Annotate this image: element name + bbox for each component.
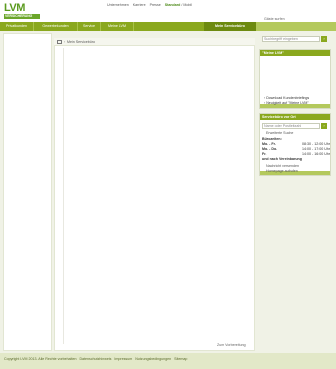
toplink-karriere[interactable]: Karriere	[133, 3, 146, 7]
office-hours-day: Mo. - Do.	[262, 147, 278, 151]
office-hours-time: 14:00 - 16:00 Uhr	[302, 152, 330, 156]
breadcrumb-current: Mein Servicebüro	[67, 40, 95, 44]
nav-gewerbekunden[interactable]: Gewerbekunden	[34, 22, 78, 31]
office-hours-time: 14:00 - 17:00 Uhr	[302, 147, 330, 151]
send-message-link[interactable]: Nachricht versenden	[266, 164, 299, 168]
nav-privatkunden[interactable]: Privatkunden	[0, 22, 34, 31]
greeting-text: Gäste surfen	[264, 17, 285, 21]
top-links: Unternehmen Karriere Presse Standard / M…	[107, 3, 192, 7]
nav-mein-servicebuero[interactable]: Mein Servicebüro	[204, 22, 256, 31]
footer-impressum[interactable]: Impressum	[114, 357, 132, 361]
toplink-presse[interactable]: Presse	[150, 3, 161, 7]
office-title: Servicebüro vor Ort	[260, 114, 330, 120]
nav-service[interactable]: Service	[78, 22, 101, 31]
logo-wordmark: LVM	[4, 2, 25, 14]
lvm-logo[interactable]: LVM VERSICHERUNG	[4, 3, 40, 19]
extended-search-link[interactable]: Erweiterte Suche	[266, 131, 293, 135]
nav-meine-lvm[interactable]: Meine LVM	[101, 22, 134, 31]
office-hours-day: Mo. - Fr.	[262, 142, 276, 146]
meine-lvm-title: "Meine LVM"	[260, 50, 330, 56]
office-search-button[interactable]: ›	[321, 123, 327, 129]
office-hours-day: Fr.	[262, 152, 267, 156]
breadcrumb-arrow-icon: ›	[64, 40, 66, 44]
office-hours-note: und nach Vereinbarung	[262, 157, 302, 161]
toplink-unternehmen[interactable]: Unternehmen	[107, 3, 129, 7]
footer	[0, 353, 336, 369]
footer-nutzungsbedingungen[interactable]: Nutzungsbedingungen	[135, 357, 171, 361]
search-button[interactable]: ›	[321, 36, 327, 42]
main-content	[54, 38, 255, 351]
footer-copyright: Copyright LVM 2013. Alle Rechte vorbehal…	[4, 357, 77, 361]
nav-fill	[256, 22, 336, 31]
office-hours-time: 08:30 - 12:00 Uhr	[302, 142, 330, 146]
logo-subtitle: VERSICHERUNG	[5, 14, 33, 18]
meine-lvm-link-news[interactable]: › Neuigkeit auf "Meine LVM"	[264, 101, 309, 105]
office-hours-title: Bürozeiten:	[262, 137, 282, 141]
footer-datenschutz[interactable]: Datenschutzhinweis	[79, 357, 111, 361]
toplink-standard[interactable]: Standard	[165, 3, 181, 7]
meine-lvm-link-download[interactable]: › Download Kundenbriefings	[264, 96, 309, 100]
left-column	[3, 33, 52, 351]
office-search-input[interactable]: Name oder Postleitzahl	[262, 123, 320, 129]
toplink-mobil[interactable]: Mobil	[183, 3, 192, 7]
homepage-link[interactable]: Homepage aufrufen	[266, 169, 298, 173]
search-input[interactable]: Suchbegriff eingeben	[262, 36, 320, 42]
meine-lvm-box: "Meine LVM"	[259, 49, 331, 109]
footer-links: Copyright LVM 2013. Alle Rechte vorbehal…	[4, 357, 187, 361]
footer-sitemap[interactable]: Sitemap	[174, 357, 187, 361]
home-icon[interactable]	[57, 40, 62, 44]
back-link[interactable]: Zum Vorbereitung	[217, 343, 246, 347]
content-divider	[63, 48, 64, 344]
